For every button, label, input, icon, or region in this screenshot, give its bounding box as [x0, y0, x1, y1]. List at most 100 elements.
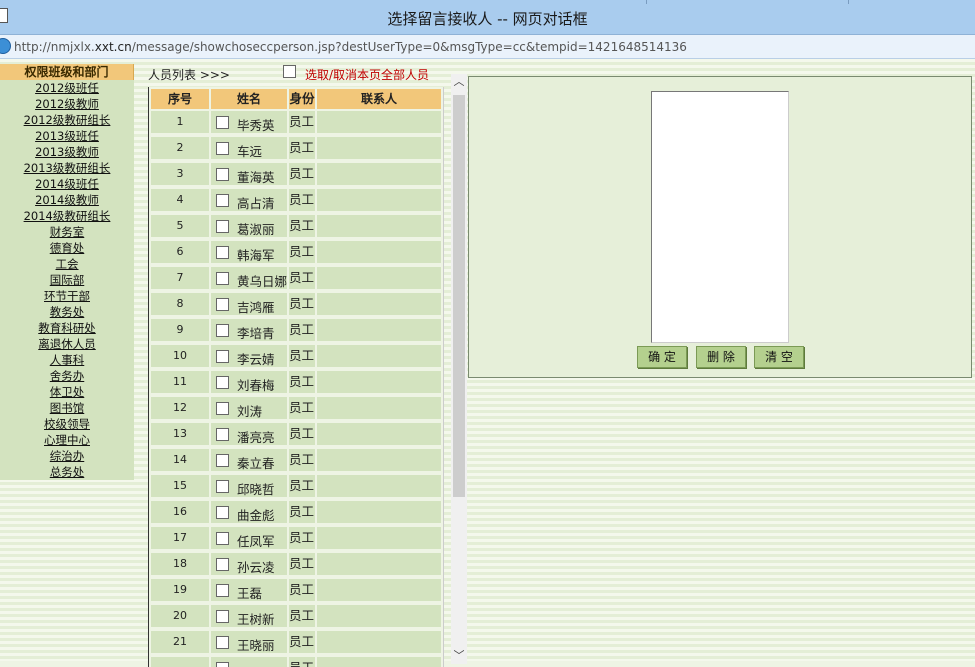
contact-cell	[317, 631, 441, 653]
name-cell: 王磊	[211, 579, 289, 601]
row-number: 1	[151, 111, 211, 133]
contact-cell	[317, 189, 441, 211]
name-cell: 吉鸿雁	[211, 293, 289, 315]
name-cell: 韩海军	[211, 241, 289, 263]
department-link[interactable]: 环节干部	[0, 288, 134, 304]
person-checkbox[interactable]	[216, 558, 229, 571]
delete-button[interactable]: 删 除	[696, 346, 746, 368]
person-checkbox[interactable]	[216, 532, 229, 545]
person-name: 王树新	[237, 612, 275, 627]
row-number: 19	[151, 579, 211, 601]
name-cell: 潘亮亮	[211, 423, 289, 445]
department-header: 权限班级和部门	[0, 64, 134, 80]
person-checkbox[interactable]	[216, 506, 229, 519]
role-cell: 员工	[289, 605, 317, 627]
person-checkbox[interactable]	[216, 220, 229, 233]
person-name: 韩海军	[237, 248, 275, 263]
person-checkbox[interactable]	[216, 662, 229, 667]
row-number: 3	[151, 163, 211, 185]
person-checkbox[interactable]	[216, 116, 229, 129]
person-checkbox[interactable]	[216, 142, 229, 155]
department-link[interactable]: 2012级班任	[0, 80, 134, 96]
department-link[interactable]: 2012级教师	[0, 96, 134, 112]
person-checkbox[interactable]	[216, 298, 229, 311]
role-cell: 员工	[289, 319, 317, 341]
select-all-checkbox[interactable]	[283, 65, 296, 78]
department-link[interactable]: 2013级教师	[0, 144, 134, 160]
department-link[interactable]: 工会	[0, 256, 134, 272]
name-cell: 李培青	[211, 319, 289, 341]
person-name: 董海英	[237, 170, 275, 185]
role-cell: 员工	[289, 293, 317, 315]
scroll-thumb[interactable]	[453, 95, 465, 497]
department-link[interactable]: 2012级教研组长	[0, 112, 134, 128]
person-name: 吉鸿雁	[237, 300, 275, 315]
row-number: 6	[151, 241, 211, 263]
department-link[interactable]: 图书馆	[0, 400, 134, 416]
contact-cell	[317, 553, 441, 575]
person-name: 王晓丽	[237, 638, 275, 653]
department-link[interactable]: 教务处	[0, 304, 134, 320]
person-checkbox[interactable]	[216, 402, 229, 415]
person-name: 孙云凌	[237, 560, 275, 575]
selected-recipients-list[interactable]	[651, 91, 789, 343]
department-link[interactable]: 校级领导	[0, 416, 134, 432]
department-link[interactable]: 舍务办	[0, 368, 134, 384]
department-link[interactable]: 2013级教研组长	[0, 160, 134, 176]
scroll-down-icon[interactable]: ﹀	[451, 648, 467, 664]
name-cell: 刘涛	[211, 397, 289, 419]
department-link[interactable]: 心理中心	[0, 432, 134, 448]
department-link[interactable]: 体卫处	[0, 384, 134, 400]
person-checkbox[interactable]	[216, 584, 229, 597]
department-link[interactable]: 总务处	[0, 464, 134, 480]
row-number: 11	[151, 371, 211, 393]
department-link[interactable]: 德育处	[0, 240, 134, 256]
person-checkbox[interactable]	[216, 324, 229, 337]
row-number: 12	[151, 397, 211, 419]
person-checkbox[interactable]	[216, 454, 229, 467]
department-link[interactable]: 2014级教师	[0, 192, 134, 208]
department-link[interactable]: 2013级班任	[0, 128, 134, 144]
row-number: 21	[151, 631, 211, 653]
department-link[interactable]: 2014级教研组长	[0, 208, 134, 224]
person-checkbox[interactable]	[216, 376, 229, 389]
department-panel: 权限班级和部门 2012级班任 2012级教师 2012级教研组长 2013级班任 20…	[0, 64, 134, 480]
confirm-button[interactable]: 确 定	[637, 346, 687, 368]
dialog-content: 权限班级和部门 2012级班任 2012级教师 2012级教研组长 2013级班任 20…	[0, 59, 975, 667]
person-checkbox[interactable]	[216, 194, 229, 207]
department-link[interactable]: 综治办	[0, 448, 134, 464]
role-cell: 员工	[289, 371, 317, 393]
scroll-up-icon[interactable]: ︿	[451, 74, 467, 90]
person-name: 任凤军	[237, 534, 275, 549]
department-link[interactable]: 人事科	[0, 352, 134, 368]
department-link[interactable]: 2014级班任	[0, 176, 134, 192]
browser-icon	[0, 38, 11, 54]
person-checkbox[interactable]	[216, 428, 229, 441]
person-checkbox[interactable]	[216, 610, 229, 623]
name-cell: 董海英	[211, 163, 289, 185]
person-checkbox[interactable]	[216, 636, 229, 649]
person-name: 黄乌日娜	[237, 274, 288, 289]
row-number: 13	[151, 423, 211, 445]
people-scrollbar[interactable]: ︿ ﹀	[451, 74, 467, 664]
name-cell	[211, 657, 289, 667]
role-cell: 员工	[289, 579, 317, 601]
title-bar-divider	[646, 0, 647, 4]
contact-cell	[317, 319, 441, 341]
department-link[interactable]: 离退休人员	[0, 336, 134, 352]
select-all-label[interactable]: 选取/取消本页全部人员	[305, 66, 429, 83]
clear-button[interactable]: 清 空	[754, 346, 804, 368]
department-link[interactable]: 国际部	[0, 272, 134, 288]
role-cell: 员工	[289, 553, 317, 575]
person-name: 潘亮亮	[237, 430, 275, 445]
name-cell: 李云婧	[211, 345, 289, 367]
department-link[interactable]: 财务室	[0, 224, 134, 240]
person-checkbox[interactable]	[216, 272, 229, 285]
person-checkbox[interactable]	[216, 246, 229, 259]
person-name: 葛淑丽	[237, 222, 275, 237]
person-name: 李培青	[237, 326, 275, 341]
person-checkbox[interactable]	[216, 480, 229, 493]
person-checkbox[interactable]	[216, 350, 229, 363]
person-checkbox[interactable]	[216, 168, 229, 181]
department-link[interactable]: 教育科研处	[0, 320, 134, 336]
